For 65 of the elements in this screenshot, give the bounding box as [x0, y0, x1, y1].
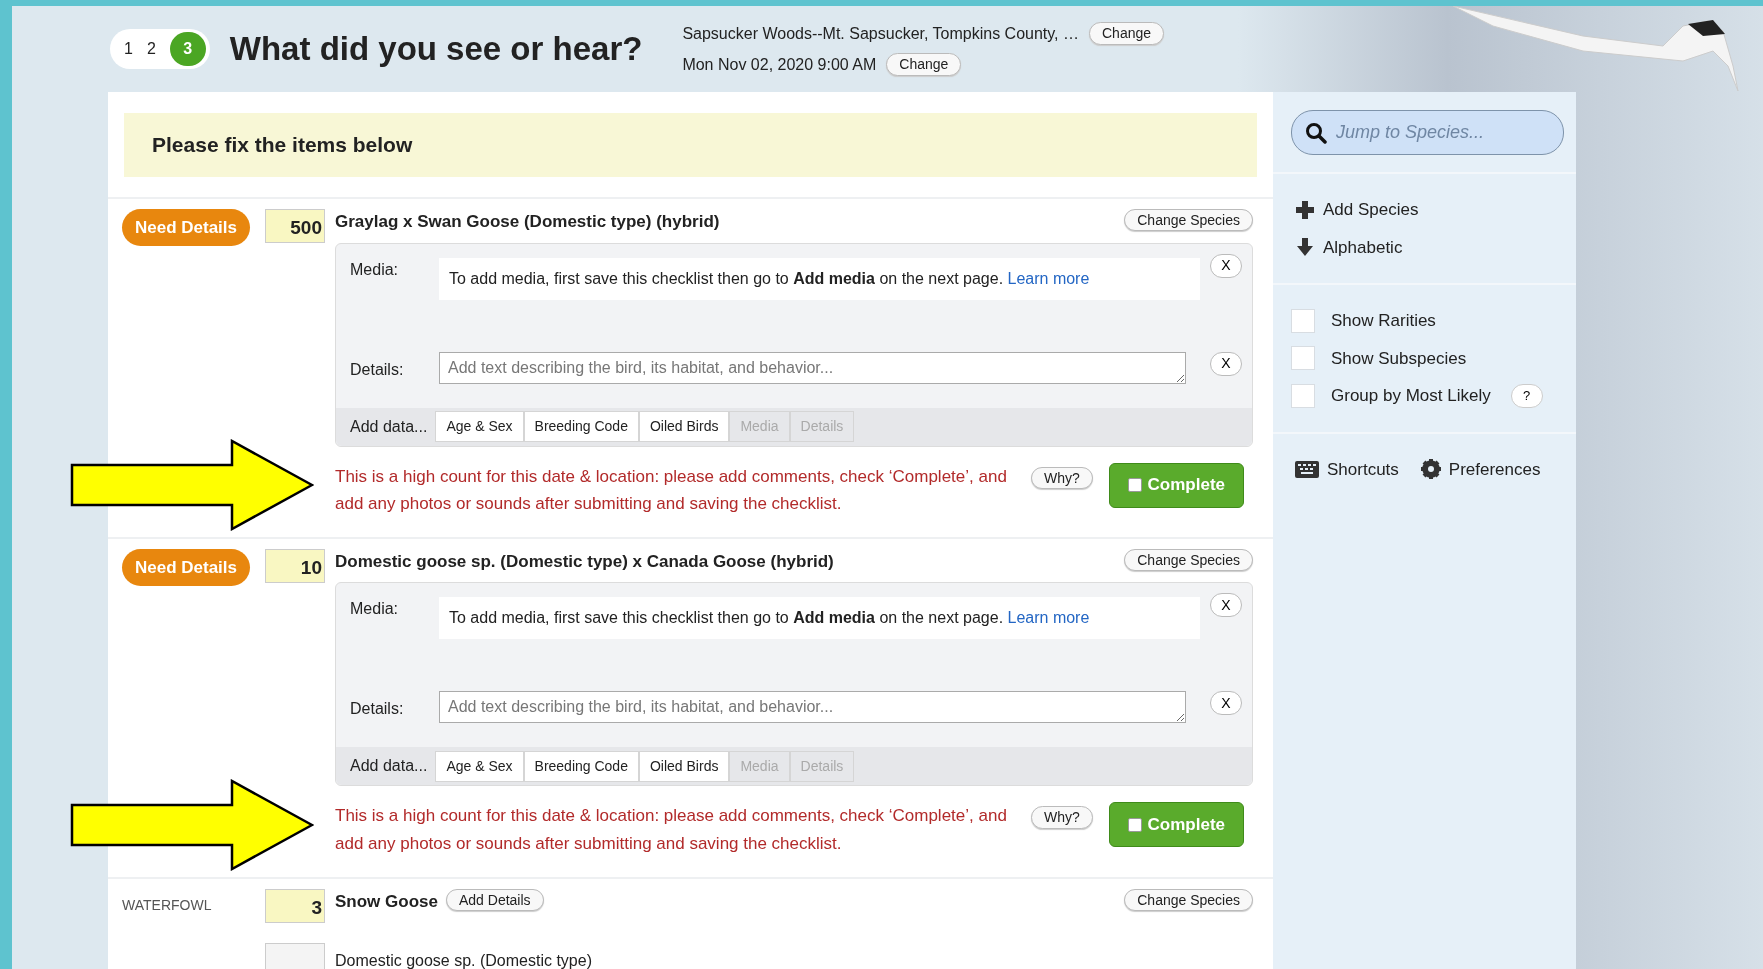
sidebar-action[interactable]: Alphabetic	[1273, 228, 1576, 266]
status-label: Need Details	[122, 548, 250, 586]
species-name: Domestic goose sp. (Domestic type)	[335, 950, 592, 969]
location-text: Sapsucker Woods--Mt. Sapsucker, Tompkins County, …	[682, 23, 1079, 44]
close-button[interactable]: X	[1210, 691, 1242, 716]
option-label: Show Subspecies	[1331, 347, 1467, 370]
close-button[interactable]: X	[1210, 593, 1242, 618]
change-button[interactable]: Change	[1089, 22, 1165, 45]
details-label: Details:	[350, 699, 405, 720]
checkbox[interactable]	[1291, 308, 1315, 333]
add-data-tab[interactable]: Age & Sex	[435, 411, 524, 442]
count-field[interactable]: 500	[265, 209, 325, 243]
sidebar-link[interactable]: Preferences	[1398, 450, 1541, 488]
add-data-tab[interactable]: Breeding Code	[523, 750, 639, 782]
learn-more-link[interactable]: Learn more	[1007, 609, 1090, 627]
media-label: Media:	[350, 259, 400, 280]
details-field[interactable]: Add text describing the bird, its habitat, and behavior...	[439, 691, 1186, 724]
option-label: Group by Most Likely	[1331, 385, 1491, 407]
media-note: To add media, first save this checklist then go to Add media on the next page. Learn more	[449, 608, 1090, 629]
help-button[interactable]: ?	[1510, 383, 1543, 408]
option-label: Show Rarities	[1331, 310, 1436, 332]
learn-more-link[interactable]: Learn more	[1007, 269, 1090, 287]
date-time-text: Mon Nov 02, 2020 9:00 AM	[682, 54, 877, 75]
sidebar-action[interactable]: Add Species	[1273, 191, 1576, 229]
add-data-tab[interactable]: Oiled Birds	[638, 750, 730, 782]
status-label: Need Details	[122, 209, 250, 246]
change-button[interactable]: Change	[886, 53, 962, 76]
add-data-label: Add data...	[350, 416, 428, 437]
count-field[interactable]: 3	[265, 888, 325, 923]
details-label: Details:	[350, 359, 405, 380]
why-button[interactable]: Why?	[1031, 806, 1093, 829]
change-species-button[interactable]: Change Species	[1124, 209, 1253, 232]
media-label: Media:	[350, 599, 400, 620]
add-data-tab[interactable]: Age & Sex	[435, 750, 524, 782]
close-button[interactable]: X	[1210, 351, 1242, 376]
checkbox[interactable]	[1291, 383, 1315, 408]
species-name: Graylag x Swan Goose (Domestic type) (hybrid)	[335, 211, 720, 233]
details-field[interactable]: Add text describing the bird, its habitat, and behavior...	[439, 351, 1186, 384]
add-details-button[interactable]: Add Details	[445, 888, 544, 911]
count-field[interactable]: 10	[265, 548, 325, 583]
why-button[interactable]: Why?	[1031, 466, 1093, 489]
change-species-button[interactable]: Change Species	[1124, 888, 1253, 911]
search-field[interactable]: Jump to Species...	[1291, 110, 1564, 155]
step-number[interactable]: 2	[146, 37, 156, 61]
warning-message: This is a high count for this date & location: please add comments, check ‘Complete’, and add any photos or sounds after submitting and saving the checklist.	[335, 805, 1008, 855]
add-data-label: Add data...	[350, 756, 428, 777]
add-data-tab[interactable]: Breeding Code	[523, 411, 639, 442]
count-field[interactable]	[265, 942, 325, 969]
sidebar-link[interactable]: Shortcuts	[1273, 450, 1399, 488]
plus-icon	[1295, 199, 1315, 220]
page-title: What did you see or hear?	[229, 29, 643, 69]
close-button[interactable]: X	[1210, 253, 1242, 278]
keyboard-icon	[1295, 460, 1319, 478]
gear-icon	[1420, 459, 1441, 480]
alert-message: Please fix the items below	[124, 113, 1257, 177]
species-name: Domestic goose sp. (Domestic type) x Canada Goose (hybrid)	[335, 550, 834, 573]
group-label: WATERFOWL	[122, 895, 213, 915]
media-note: To add media, first save this checklist then go to Add media on the next page. Learn more	[449, 268, 1090, 289]
down-arrow-icon	[1295, 237, 1315, 258]
species-name: Snow Goose	[335, 890, 438, 913]
warning-message: This is a high count for this date & location: please add comments, check ‘Complete’, and add any photos or sounds after submitting and saving the checklist.	[335, 465, 1008, 515]
add-data-tab[interactable]: Oiled Birds	[638, 411, 730, 442]
checkbox[interactable]	[1291, 346, 1315, 371]
step-number[interactable]: 1	[124, 37, 133, 61]
change-species-button[interactable]: Change Species	[1124, 548, 1253, 572]
